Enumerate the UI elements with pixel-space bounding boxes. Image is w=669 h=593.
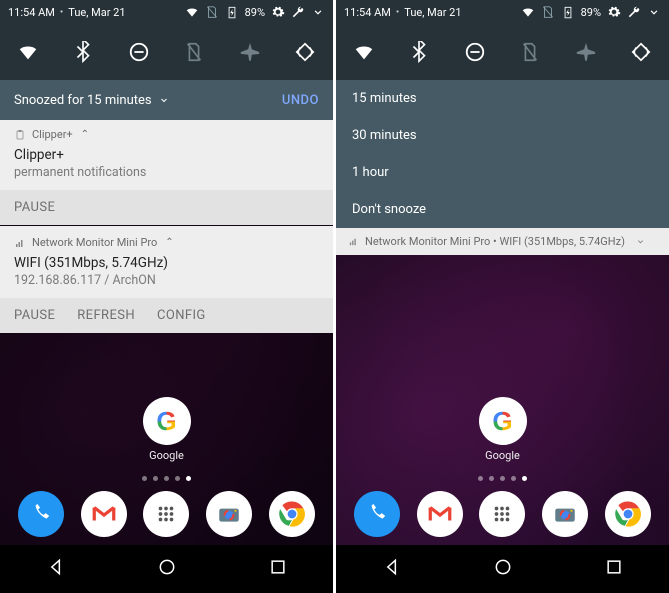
app-drawer[interactable] bbox=[143, 491, 189, 537]
chevron-down-icon[interactable] bbox=[311, 5, 325, 19]
nav-bar bbox=[0, 545, 333, 593]
app-gmail[interactable] bbox=[417, 491, 463, 537]
netmon-collapsed-text: Network Monitor Mini Pro • WIFI (351Mbps… bbox=[365, 235, 625, 248]
clipper-subtitle: permanent notifications bbox=[14, 165, 319, 180]
chevron-down-icon bbox=[635, 236, 646, 247]
signal-icon bbox=[14, 237, 26, 249]
app-gmail[interactable] bbox=[81, 491, 127, 537]
status-bar: 11:54 AM • Tue, Mar 21 89% bbox=[336, 0, 669, 24]
phone-right: 11:54 AM • Tue, Mar 21 89% 15 minutes 30… bbox=[336, 0, 669, 593]
no-sim-icon bbox=[205, 5, 219, 19]
qs-wifi[interactable] bbox=[16, 40, 40, 64]
chevron-up-icon: ⌃ bbox=[81, 129, 89, 140]
google-folder[interactable]: G bbox=[479, 397, 527, 445]
chevron-down-icon bbox=[158, 94, 170, 106]
home-screen: G Google bbox=[336, 345, 669, 545]
clipper-actions: PAUSE bbox=[0, 190, 333, 225]
qs-rotate[interactable] bbox=[629, 40, 653, 64]
qs-dnd[interactable] bbox=[127, 40, 151, 64]
gear-icon[interactable] bbox=[607, 5, 621, 19]
qs-sim[interactable] bbox=[182, 40, 206, 64]
wrench-icon[interactable] bbox=[291, 5, 305, 19]
netmon-action-config[interactable]: CONFIG bbox=[157, 308, 206, 323]
app-camera[interactable] bbox=[206, 491, 252, 537]
netmon-header[interactable]: Network Monitor Mini Pro ⌃ bbox=[0, 226, 333, 253]
status-time: 11:54 AM bbox=[8, 6, 55, 19]
snooze-bar[interactable]: Snoozed for 15 minutes UNDO bbox=[0, 80, 333, 120]
wifi-icon bbox=[521, 5, 535, 19]
no-sim-icon bbox=[541, 5, 555, 19]
nav-back[interactable] bbox=[46, 557, 66, 581]
clipboard-icon bbox=[14, 129, 26, 141]
google-folder[interactable]: G bbox=[143, 397, 191, 445]
netmon-action-pause[interactable]: PAUSE bbox=[14, 308, 55, 323]
battery-percent: 89% bbox=[245, 6, 265, 19]
nav-home[interactable] bbox=[493, 557, 513, 581]
status-separator: • bbox=[60, 7, 63, 18]
netmon-collapsed[interactable]: Network Monitor Mini Pro • WIFI (351Mbps… bbox=[336, 228, 669, 255]
clipper-title: Clipper+ bbox=[14, 147, 319, 163]
snooze-option-dont[interactable]: Don't snooze bbox=[336, 191, 669, 228]
page-indicator bbox=[478, 476, 527, 481]
nav-home[interactable] bbox=[157, 557, 177, 581]
clipper-notification[interactable]: Clipper+ ⌃ Clipper+ permanent notificati… bbox=[0, 120, 333, 225]
clipper-app-name: Clipper+ bbox=[32, 128, 73, 141]
qs-airplane[interactable] bbox=[574, 40, 598, 64]
google-folder-label: Google bbox=[149, 449, 184, 462]
status-date: Tue, Mar 21 bbox=[404, 6, 461, 19]
netmon-app-name: Network Monitor Mini Pro bbox=[32, 236, 157, 249]
battery-charging-icon bbox=[561, 5, 575, 19]
status-time: 11:54 AM bbox=[344, 6, 391, 19]
netmon-notification[interactable]: Network Monitor Mini Pro ⌃ WIFI (351Mbps… bbox=[0, 226, 333, 333]
app-camera[interactable] bbox=[542, 491, 588, 537]
dock bbox=[336, 491, 669, 545]
snooze-option-15min[interactable]: 15 minutes bbox=[336, 80, 669, 117]
nav-recents[interactable] bbox=[268, 557, 288, 581]
qs-rotate[interactable] bbox=[293, 40, 317, 64]
netmon-actions: PAUSE REFRESH CONFIG bbox=[0, 298, 333, 333]
gear-icon[interactable] bbox=[271, 5, 285, 19]
qs-sim[interactable] bbox=[518, 40, 542, 64]
netmon-subtitle: 192.168.86.117 / ArchON bbox=[14, 273, 319, 288]
app-drawer[interactable] bbox=[479, 491, 525, 537]
signal-icon bbox=[348, 236, 359, 247]
phone-left: 11:54 AM • Tue, Mar 21 89% Snoozed for 1… bbox=[0, 0, 333, 593]
status-date: Tue, Mar 21 bbox=[68, 6, 125, 19]
snooze-options-menu: 15 minutes 30 minutes 1 hour Don't snooz… bbox=[336, 80, 669, 228]
chevron-down-icon[interactable] bbox=[647, 5, 661, 19]
netmon-action-refresh[interactable]: REFRESH bbox=[77, 308, 135, 323]
page-indicator bbox=[142, 476, 191, 481]
quick-settings bbox=[0, 24, 333, 80]
app-phone[interactable] bbox=[354, 491, 400, 537]
snooze-label: Snoozed for 15 minutes bbox=[14, 93, 152, 108]
nav-recents[interactable] bbox=[604, 557, 624, 581]
home-screen: G Google bbox=[0, 345, 333, 545]
status-separator: • bbox=[396, 7, 399, 18]
qs-airplane[interactable] bbox=[238, 40, 262, 64]
quick-settings bbox=[336, 24, 669, 80]
nav-back[interactable] bbox=[382, 557, 402, 581]
nav-bar bbox=[336, 545, 669, 593]
google-folder-label: Google bbox=[485, 449, 520, 462]
snooze-option-30min[interactable]: 30 minutes bbox=[336, 117, 669, 154]
snooze-option-1hour[interactable]: 1 hour bbox=[336, 154, 669, 191]
wifi-icon bbox=[185, 5, 199, 19]
qs-wifi[interactable] bbox=[352, 40, 376, 64]
wrench-icon[interactable] bbox=[627, 5, 641, 19]
clipper-action-pause[interactable]: PAUSE bbox=[14, 200, 55, 215]
status-bar: 11:54 AM • Tue, Mar 21 89% bbox=[0, 0, 333, 24]
netmon-title: WIFI (351Mbps, 5.74GHz) bbox=[14, 255, 319, 271]
chevron-up-icon: ⌃ bbox=[165, 237, 173, 248]
app-chrome[interactable] bbox=[605, 491, 651, 537]
dock bbox=[0, 491, 333, 545]
battery-percent: 89% bbox=[581, 6, 601, 19]
qs-dnd[interactable] bbox=[463, 40, 487, 64]
clipper-header[interactable]: Clipper+ ⌃ bbox=[0, 120, 333, 145]
qs-bluetooth[interactable] bbox=[71, 40, 95, 64]
app-phone[interactable] bbox=[18, 491, 64, 537]
snooze-undo-button[interactable]: UNDO bbox=[282, 93, 319, 108]
battery-charging-icon bbox=[225, 5, 239, 19]
app-chrome[interactable] bbox=[269, 491, 315, 537]
qs-bluetooth[interactable] bbox=[407, 40, 431, 64]
